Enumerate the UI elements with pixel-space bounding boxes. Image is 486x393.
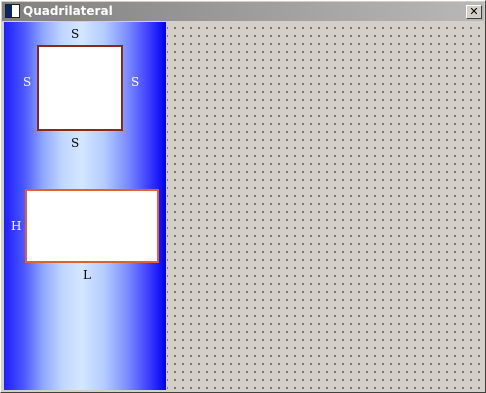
square-right-label: S bbox=[131, 75, 140, 89]
shape-palette: S S S S H L bbox=[4, 22, 166, 390]
drawing-canvas[interactable] bbox=[167, 22, 484, 390]
title-bar[interactable]: Quadrilateral ✕ bbox=[2, 2, 484, 21]
close-button[interactable]: ✕ bbox=[466, 5, 482, 19]
rectangle-length-label: L bbox=[83, 268, 91, 282]
app-icon bbox=[5, 4, 20, 18]
square-bottom-label: S bbox=[71, 136, 80, 150]
app-window: Quadrilateral ✕ S S S S H L bbox=[0, 0, 486, 393]
rectangle-shape[interactable] bbox=[25, 189, 159, 263]
square-shape[interactable] bbox=[37, 45, 123, 131]
rectangle-height-label: H bbox=[11, 219, 22, 233]
square-left-label: S bbox=[23, 75, 32, 89]
square-top-label: S bbox=[71, 27, 80, 41]
window-title: Quadrilateral bbox=[23, 4, 113, 18]
